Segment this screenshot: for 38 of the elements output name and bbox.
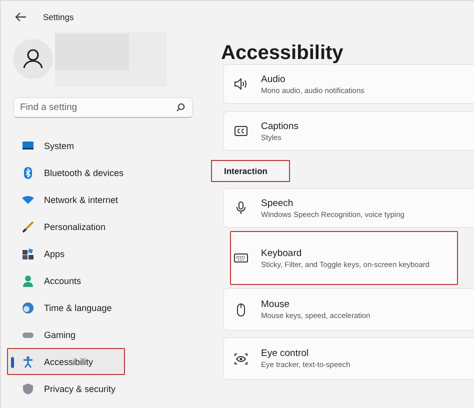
captions-icon (234, 124, 248, 138)
card-title: Keyboard (261, 248, 303, 258)
sidebar-item[interactable]: Accounts (7, 267, 193, 294)
apps-icon (22, 248, 34, 260)
card-title: Audio (261, 74, 286, 84)
person-icon (22, 274, 34, 286)
sidebar-item[interactable]: System (7, 132, 193, 159)
person-icon (22, 356, 34, 368)
page-title: Accessibility (221, 41, 344, 66)
globe-icon (22, 302, 34, 314)
window-title: Settings (43, 12, 74, 22)
speaker-icon (234, 77, 248, 91)
microphone-icon (234, 201, 248, 215)
sidebar-item[interactable]: Privacy & security (7, 375, 193, 402)
back-arrow-icon[interactable] (15, 12, 27, 22)
brush-icon (22, 220, 34, 232)
shield-icon (22, 382, 34, 394)
card-title: Mouse (261, 299, 291, 310)
search-icon (176, 103, 185, 112)
card-title: Captions (261, 120, 298, 132)
card-title: Speech (261, 198, 294, 208)
avatar-icon (13, 39, 53, 79)
mouse-icon (234, 302, 248, 316)
search-field[interactable]: Find a setting (13, 97, 193, 118)
monitor-icon (22, 140, 34, 152)
wifi-icon (22, 194, 34, 206)
sidebar-item[interactable]: Personalization (7, 213, 193, 240)
sidebar-item[interactable]: Bluetooth & devices (7, 159, 193, 186)
bluetooth-icon (22, 166, 34, 178)
eye-icon (234, 352, 248, 366)
section-header: Interaction (211, 160, 290, 182)
sidebar-item[interactable]: Accessibility (7, 348, 125, 375)
card-title: Eye control (261, 348, 310, 359)
keyboard-icon (234, 251, 248, 265)
sidebar-item[interactable]: Gaming (7, 321, 193, 348)
sidebar-item[interactable]: Time & language (7, 294, 193, 321)
sidebar-item[interactable]: Apps (7, 240, 193, 267)
sidebar-item[interactable]: Network & internet (7, 186, 193, 213)
